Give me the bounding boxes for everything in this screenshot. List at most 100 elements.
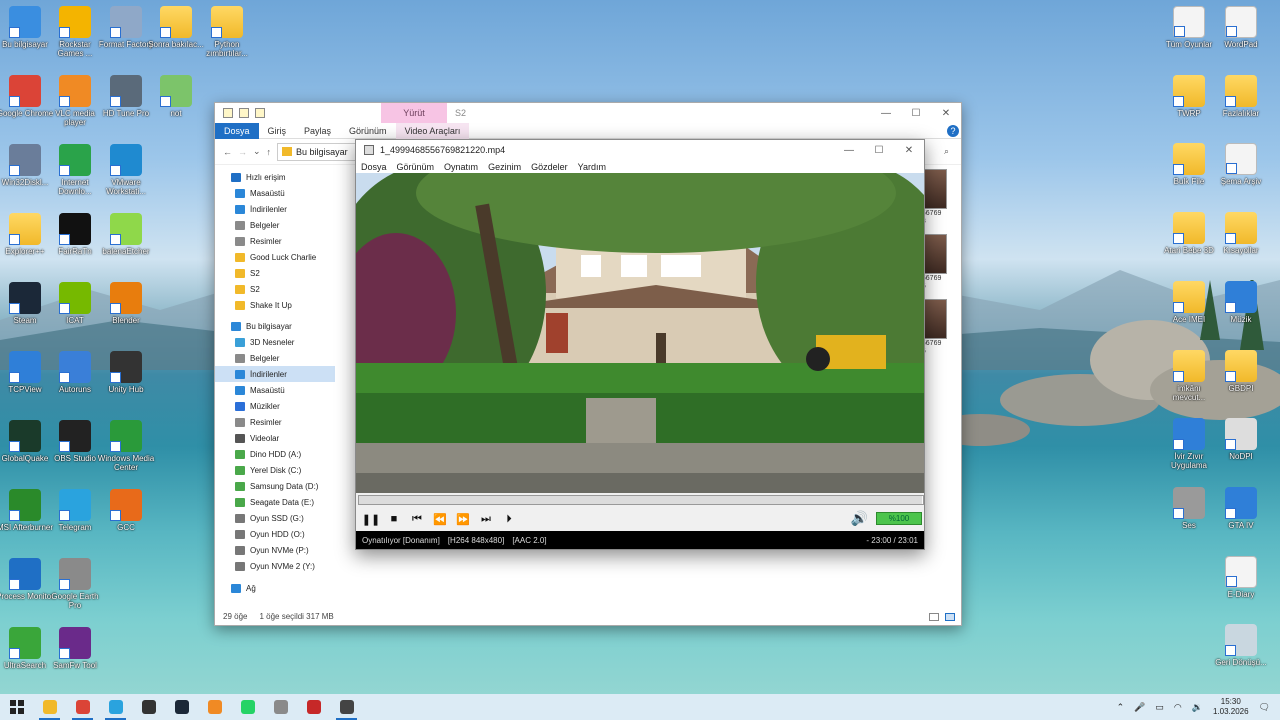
desktop-shortcut[interactable]: ICAT xyxy=(46,282,104,325)
desktop-shortcut[interactable]: SamFw Tool xyxy=(46,627,104,670)
taskbar-app[interactable] xyxy=(33,694,66,720)
tab-paylas[interactable]: Paylaş xyxy=(295,126,340,136)
desktop-shortcut[interactable]: Telegram xyxy=(46,489,104,532)
menu-item[interactable]: Oynatım xyxy=(439,162,483,172)
desktop-shortcut[interactable]: TWRP xyxy=(1160,75,1218,118)
desktop-shortcut[interactable]: Autoruns xyxy=(46,351,104,394)
desktop-shortcut[interactable]: GTA IV xyxy=(1212,487,1270,530)
desktop-shortcut[interactable]: Bulk File xyxy=(1160,143,1218,186)
nav-item[interactable]: Resimler xyxy=(215,233,335,249)
nav-item[interactable]: Oyun SSD (G:) xyxy=(215,510,335,526)
menu-item[interactable]: Görünüm xyxy=(392,162,440,172)
volume-slider[interactable]: %100 xyxy=(876,512,922,525)
desktop-shortcut[interactable]: İvir Zıvır Uygulama xyxy=(1160,418,1218,470)
nav-item[interactable]: 3D Nesneler xyxy=(215,334,335,350)
start-button[interactable] xyxy=(0,694,33,720)
video-frame[interactable] xyxy=(356,173,924,493)
forward-arrow-icon[interactable]: → xyxy=(238,147,247,157)
nav-item[interactable]: Yerel Disk (C:) xyxy=(215,462,335,478)
desktop-shortcut[interactable]: WordPad xyxy=(1212,6,1270,49)
nav-item[interactable]: Oyun NVMe 2 (Y:) xyxy=(215,558,335,574)
nav-item[interactable]: Belgeler xyxy=(215,350,335,366)
desktop-shortcut[interactable]: Ses xyxy=(1160,487,1218,530)
desktop-shortcut[interactable]: Şema Arşiv xyxy=(1212,143,1270,186)
nav-item[interactable]: Hızlı erişim xyxy=(215,169,335,185)
nav-item[interactable]: Dino HDD (A:) xyxy=(215,446,335,462)
minimize-button[interactable]: — xyxy=(834,140,864,160)
frame-step-button[interactable]: ⏵ xyxy=(500,510,518,528)
desktop-shortcut[interactable]: imkânı mevcut... xyxy=(1160,350,1218,402)
taskbar-app[interactable] xyxy=(66,694,99,720)
desktop-shortcut[interactable]: Sonra bakılac... xyxy=(147,6,205,49)
network-icon[interactable]: ▭ xyxy=(1155,702,1164,713)
maximize-button[interactable]: ☐ xyxy=(864,140,894,160)
notifications-icon[interactable]: 🗨 xyxy=(1259,702,1270,713)
search-icon[interactable]: ⌕ xyxy=(944,146,949,157)
nav-item[interactable]: S2 xyxy=(215,281,335,297)
desktop-shortcut[interactable]: E-Diary xyxy=(1212,556,1270,599)
desktop-shortcut[interactable]: VMware Workstati... xyxy=(97,144,155,196)
rewind-button[interactable]: ⏪ xyxy=(431,510,449,528)
properties-icon[interactable] xyxy=(239,108,249,118)
desktop-shortcut[interactable]: Atari Bebe 3D xyxy=(1160,212,1218,255)
nav-item[interactable]: Ağ xyxy=(215,580,335,596)
nav-item[interactable]: S2 xyxy=(215,265,335,281)
seek-bar[interactable] xyxy=(358,495,924,505)
desktop-shortcut[interactable]: Müzik xyxy=(1212,281,1270,324)
nav-item[interactable]: Oyun NVMe (P:) xyxy=(215,542,335,558)
desktop-shortcut[interactable]: OBS Studio xyxy=(46,420,104,463)
desktop-shortcut[interactable]: GCC xyxy=(97,489,155,532)
desktop-shortcut[interactable]: not xyxy=(147,75,205,118)
fast-forward-button[interactable]: ⏩ xyxy=(454,510,472,528)
nav-item[interactable]: Seagate Data (E:) xyxy=(215,494,335,510)
taskbar-app[interactable] xyxy=(330,694,363,720)
explorer-titlebar[interactable] xyxy=(215,103,961,123)
desktop-shortcut[interactable]: GBDPI xyxy=(1212,350,1270,393)
player-titlebar[interactable]: 1_4999468556769821220.mp4 — ☐ ✕ xyxy=(356,140,924,160)
desktop-shortcut[interactable]: Internet Downlo... xyxy=(46,144,104,196)
desktop-shortcut[interactable]: balenaEtcher xyxy=(97,213,155,256)
nav-item[interactable]: İndirilenler xyxy=(215,366,335,382)
desktop-shortcut[interactable]: Ace IMEI xyxy=(1160,281,1218,324)
desktop-shortcut[interactable]: FairRaTn xyxy=(46,213,104,256)
close-button[interactable]: ✕ xyxy=(931,103,961,123)
close-button[interactable]: ✕ xyxy=(894,140,924,160)
tab-giris[interactable]: Giriş xyxy=(259,126,296,136)
up-arrow-icon[interactable]: ↑ xyxy=(267,147,272,157)
nav-item[interactable]: Shake It Up xyxy=(215,297,335,313)
nav-item[interactable]: Masaüstü xyxy=(215,382,335,398)
nav-item[interactable]: Belgeler xyxy=(215,217,335,233)
new-folder-icon[interactable] xyxy=(255,108,265,118)
details-view-icon[interactable] xyxy=(929,613,939,621)
help-icon[interactable]: ? xyxy=(947,124,959,137)
microphone-icon[interactable]: 🎤 xyxy=(1134,702,1145,713)
desktop-shortcut[interactable]: Blender xyxy=(97,282,155,325)
nav-item[interactable]: Good Luck Charlie xyxy=(215,249,335,265)
taskbar-app[interactable] xyxy=(264,694,297,720)
stop-button[interactable]: ■ xyxy=(385,510,403,528)
nav-item[interactable]: Oyun HDD (O:) xyxy=(215,526,335,542)
nav-item[interactable]: Bu bilgisayar xyxy=(215,318,335,334)
nav-item[interactable]: Samsung Data (D:) xyxy=(215,478,335,494)
desktop-shortcut[interactable]: Fazlalıklar xyxy=(1212,75,1270,118)
wifi-icon[interactable]: ◠ xyxy=(1174,702,1182,713)
media-player-window[interactable]: 1_4999468556769821220.mp4 — ☐ ✕ Dosya Gör… xyxy=(355,139,925,550)
taskbar-app[interactable] xyxy=(198,694,231,720)
desktop-shortcut[interactable]: Rockstar Games ... xyxy=(46,6,104,58)
tab-play-context[interactable]: Yürüt xyxy=(381,103,447,123)
menu-item[interactable]: Yardım xyxy=(573,162,611,172)
large-icons-view-icon[interactable] xyxy=(945,613,955,621)
menu-item[interactable]: Gözdeler xyxy=(526,162,573,172)
pause-button[interactable]: ❚❚ xyxy=(362,510,380,528)
tab-gorunum[interactable]: Görünüm xyxy=(340,126,396,136)
nav-item[interactable]: İndirilenler xyxy=(215,201,335,217)
minimize-button[interactable]: — xyxy=(871,103,901,123)
volume-icon[interactable]: 🔉 xyxy=(1192,702,1203,713)
desktop-shortcut[interactable]: Unity Hub xyxy=(97,351,155,394)
tab-video-tools[interactable]: Video Araçları xyxy=(395,122,470,139)
tab-dosya[interactable]: Dosya xyxy=(215,122,259,139)
taskbar-app[interactable] xyxy=(132,694,165,720)
maximize-button[interactable]: ☐ xyxy=(901,103,931,123)
taskbar-app[interactable] xyxy=(297,694,330,720)
nav-item[interactable]: Masaüstü xyxy=(215,185,335,201)
